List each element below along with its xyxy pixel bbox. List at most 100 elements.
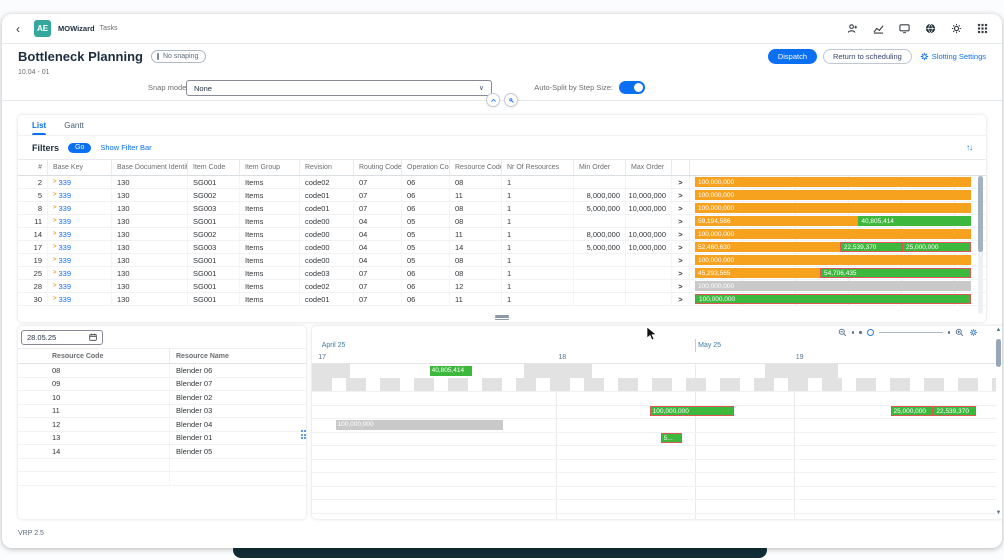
- scroll-down-icon[interactable]: ▼: [995, 510, 1002, 517]
- table-cell-resource: 08: [450, 254, 502, 266]
- table-cell-routing: 04: [354, 241, 402, 253]
- base-key-marker-icon: >: [53, 218, 57, 224]
- display-icon[interactable]: [899, 23, 910, 34]
- resource-name-cell: Blender 04: [176, 419, 213, 429]
- capacity-bar-segment[interactable]: 100,000,000: [695, 281, 971, 291]
- table-cell-item: SG001: [188, 280, 240, 292]
- scroll-up-icon[interactable]: ▲: [995, 327, 1002, 334]
- sort-icon[interactable]: ↑↓: [966, 143, 973, 152]
- chart-icon[interactable]: [873, 23, 884, 34]
- base-key-link[interactable]: 339: [59, 204, 72, 213]
- dispatch-button[interactable]: Dispatch: [767, 49, 817, 64]
- table-cell-group: Items: [240, 293, 300, 305]
- gantt-scrollbar-thumb[interactable]: [996, 339, 1001, 367]
- base-key-link[interactable]: 339: [59, 217, 72, 226]
- theme-icon[interactable]: [951, 23, 962, 34]
- table-cell-nr_res: 1: [502, 241, 574, 253]
- resource-row[interactable]: 08 Blender 06: [18, 364, 306, 378]
- add-user-icon[interactable]: [847, 23, 858, 34]
- slider-dot-icon: [851, 331, 854, 334]
- base-key-link[interactable]: 339: [59, 191, 72, 200]
- pin-header-button[interactable]: [504, 93, 518, 107]
- gantt-order-bar[interactable]: 5...: [660, 433, 682, 443]
- capacity-bar-segment[interactable]: 100,000,000: [695, 294, 971, 304]
- row-expand-chevron-icon[interactable]: >: [672, 202, 690, 214]
- capacity-bar-segment[interactable]: 100,000,000: [695, 203, 971, 213]
- row-expand-chevron-icon[interactable]: >: [672, 293, 690, 305]
- gantt-bar-label: 5...: [663, 434, 673, 442]
- gantt-scrollbar[interactable]: ▲ ▼: [995, 327, 1002, 517]
- base-key-link[interactable]: 339: [59, 243, 72, 252]
- panel-drag-handle[interactable]: [301, 430, 308, 444]
- capacity-bar-segment[interactable]: 100,000,000: [695, 255, 971, 265]
- capacity-bar-segment[interactable]: 59,194,586: [695, 216, 859, 226]
- capacity-bar-segment[interactable]: 25,000,000: [901, 242, 971, 252]
- calendar-icon[interactable]: [89, 333, 97, 341]
- gantt-order-bar[interactable]: 100,000,000: [335, 419, 503, 430]
- filter-bar: Filters Go Show Filter Bar ↑↓: [18, 136, 986, 160]
- table-cell-group: Items: [240, 176, 300, 188]
- tab-list[interactable]: List: [32, 115, 47, 135]
- gantt-bar-label: 100,000,000: [337, 421, 374, 428]
- zoom-slider-track[interactable]: [878, 331, 943, 334]
- base-key-link[interactable]: 339: [59, 230, 72, 239]
- base-key-link[interactable]: 339: [59, 256, 72, 265]
- row-expand-chevron-icon[interactable]: >: [672, 280, 690, 292]
- table-cell-resource: 11: [450, 189, 502, 201]
- table-cell-operation: 06: [402, 280, 450, 292]
- table-cell-min: [574, 176, 626, 188]
- capacity-bar-segment[interactable]: 22,539,370: [839, 242, 902, 252]
- row-expand-chevron-icon[interactable]: >: [672, 228, 690, 240]
- return-to-scheduling-button[interactable]: Return to scheduling: [823, 49, 912, 64]
- gantt-order-bar[interactable]: 100,000,000: [649, 406, 735, 416]
- row-expand-chevron-icon[interactable]: >: [672, 176, 690, 188]
- base-key-link[interactable]: 339: [59, 295, 72, 304]
- date-input[interactable]: 28.05.25: [21, 329, 103, 345]
- resource-row[interactable]: 12 Blender 04: [18, 418, 306, 432]
- row-expand-chevron-icon[interactable]: >: [672, 267, 690, 279]
- zoom-out-icon[interactable]: [838, 328, 847, 337]
- resource-table-header: Resource Code Resource Name: [18, 348, 306, 364]
- slotting-settings-button[interactable]: Slotting Settings: [918, 49, 988, 64]
- scrollbar-thumb[interactable]: [978, 176, 983, 252]
- capacity-bar-segment[interactable]: 54,706,435: [820, 268, 971, 278]
- app-logo[interactable]: AE: [34, 20, 51, 37]
- resource-row[interactable]: 13 Blender 01: [18, 431, 306, 445]
- capacity-bar-segment[interactable]: 100,000,000: [695, 229, 971, 239]
- base-key-link[interactable]: 339: [59, 178, 72, 187]
- row-expand-chevron-icon[interactable]: >: [672, 215, 690, 227]
- resource-row[interactable]: 09 Blender 07: [18, 377, 306, 391]
- go-button[interactable]: Go: [68, 142, 92, 153]
- panel-splitter-grip[interactable]: [495, 315, 509, 320]
- zoom-slider-handle[interactable]: [866, 329, 874, 336]
- collapse-header-button[interactable]: [486, 93, 500, 107]
- resource-row[interactable]: 11 Blender 03: [18, 404, 306, 418]
- table-cell-operation: 06: [402, 176, 450, 188]
- tab-gantt[interactable]: Gantt: [64, 115, 84, 135]
- gantt-order-bar[interactable]: 25,000,000: [890, 406, 933, 416]
- gantt-order-bar[interactable]: 22,539,370: [933, 406, 977, 416]
- show-filter-bar-link[interactable]: Show Filter Bar: [100, 143, 151, 152]
- zoom-in-icon[interactable]: [955, 328, 964, 337]
- capacity-bar-segment[interactable]: 52,460,630: [695, 242, 840, 252]
- row-expand-chevron-icon[interactable]: >: [672, 254, 690, 266]
- gantt-settings-gear-icon[interactable]: [969, 328, 978, 337]
- capacity-bar-segment[interactable]: 45,293,565: [695, 268, 821, 278]
- capacity-bar-segment[interactable]: 100,000,000: [695, 177, 971, 187]
- resource-row[interactable]: 10 Blender 02: [18, 391, 306, 405]
- base-key-link[interactable]: 339: [59, 269, 72, 278]
- back-icon[interactable]: ‹: [16, 22, 20, 36]
- gantt-order-bar[interactable]: 40,805,414: [429, 365, 472, 376]
- grid-icon[interactable]: [977, 23, 988, 34]
- capacity-bar-segment[interactable]: 100,000,000: [695, 190, 971, 200]
- row-expand-chevron-icon[interactable]: >: [672, 189, 690, 201]
- table-scrollbar[interactable]: [978, 176, 983, 314]
- globe-icon[interactable]: [925, 23, 936, 34]
- base-key-marker-icon: >: [53, 257, 57, 263]
- row-expand-chevron-icon[interactable]: >: [672, 241, 690, 253]
- capacity-bar-segment[interactable]: 40,805,414: [858, 216, 971, 226]
- table-cell-nr: 19: [18, 254, 48, 266]
- base-key-link[interactable]: 339: [59, 282, 72, 291]
- resource-row[interactable]: 14 Blender 05: [18, 445, 306, 459]
- table-cell-revision: code01: [300, 189, 354, 201]
